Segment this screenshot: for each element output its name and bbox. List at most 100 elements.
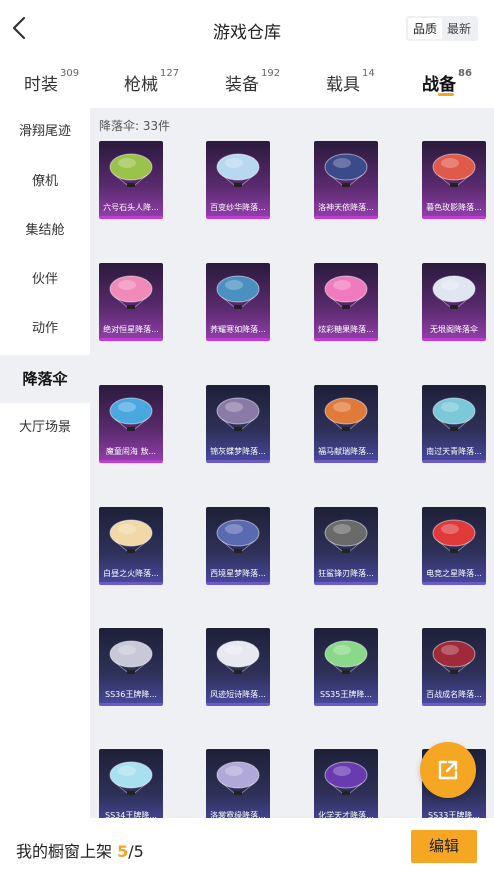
item-name: 暮色玫影降落... (426, 203, 482, 212)
tab-label: 时装 (24, 75, 58, 95)
parachute-item[interactable]: 白昼之火降落... (99, 507, 163, 585)
parachute-icon (432, 640, 476, 674)
item-name: 荞耀寒如降落... (210, 325, 266, 334)
parachute-item[interactable]: 风迹短诗降落... (206, 628, 270, 706)
sidebar-item-assembly-pod[interactable]: 集结舱 (0, 207, 90, 255)
sort-option-quality[interactable]: 品质 (407, 18, 442, 39)
parachute-item[interactable]: 西境星梦降落... (206, 507, 270, 585)
tab-label: 战备 (422, 75, 456, 95)
item-name: 福马献瑞降落... (318, 447, 374, 456)
showcase-bar: 我的橱窗上架 5/5 编辑 (0, 818, 494, 875)
sidebar-item-emote[interactable]: 动作 (0, 305, 90, 353)
item-name: 锦灰蝶梦降落... (210, 447, 266, 456)
parachute-icon (324, 519, 368, 553)
showcase-status: 我的橱窗上架 5/5 (16, 838, 144, 862)
tab-vehicles[interactable]: 载具14 (326, 68, 375, 95)
parachute-item[interactable]: SS36王牌降... (99, 628, 163, 706)
parachute-icon (432, 397, 476, 431)
item-name: 白昼之火降落... (103, 569, 159, 578)
parachute-icon (109, 275, 153, 309)
parachute-item[interactable]: 福马献瑞降落... (314, 385, 378, 463)
item-name: 绝对恒星降落... (103, 325, 159, 334)
item-name: SS36王牌降... (105, 690, 157, 699)
parachute-icon (432, 519, 476, 553)
active-tab-indicator (438, 93, 454, 96)
item-name: 百战成名降落... (426, 690, 482, 699)
parachute-item[interactable]: 锦灰蝶梦降落... (206, 385, 270, 463)
parachute-icon (109, 761, 153, 795)
showcase-total: /5 (128, 842, 144, 861)
sidebar-item-glide-trail[interactable]: 滑翔尾迹 (0, 108, 90, 156)
parachute-icon (109, 153, 153, 187)
item-name: 无垠阁降落伞 (430, 325, 478, 334)
sort-option-latest[interactable]: 最新 (442, 18, 476, 39)
item-name: 狂鲨锋刃降落... (318, 569, 374, 578)
tab-label: 装备 (225, 75, 259, 95)
item-name: 电竞之星降落... (426, 569, 482, 578)
parachute-icon (216, 397, 260, 431)
parachute-item[interactable]: 百变纱华降落... (206, 141, 270, 219)
tab-label: 载具 (326, 75, 360, 95)
parachute-icon (109, 640, 153, 674)
sidebar-item-parachute[interactable]: 降落伞 (0, 355, 90, 403)
sidebar-item-lobby-scene[interactable]: 大厅场景 (0, 404, 90, 452)
tab-guns[interactable]: 枪械127 (124, 68, 180, 95)
tab-fashion[interactable]: 时装309 (24, 68, 80, 95)
sidebar-item-wingman[interactable]: 僚机 (0, 158, 90, 206)
parachute-icon (324, 275, 368, 309)
item-name: 西境星梦降落... (210, 569, 266, 578)
parachute-icon (216, 640, 260, 674)
sort-toggle: 品质 最新 (405, 16, 478, 41)
tab-count: 14 (362, 68, 375, 79)
showcase-current: 5 (117, 842, 129, 861)
share-external-icon (438, 760, 458, 780)
parachute-item[interactable]: 百战成名降落... (422, 628, 486, 706)
item-name: 南过天青降落... (426, 447, 482, 456)
parachute-item[interactable]: 南过天青降落... (422, 385, 486, 463)
parachute-item[interactable]: 荞耀寒如降落... (206, 263, 270, 341)
parachute-item[interactable]: 洛神天依降落... (314, 141, 378, 219)
item-name: 化学天才降落... (318, 811, 374, 818)
item-name: 百变纱华降落... (210, 203, 266, 212)
parachute-item[interactable]: 六号石头人降... (99, 141, 163, 219)
share-button[interactable] (420, 742, 476, 798)
item-name: 炫彩糖果降落... (318, 325, 374, 334)
parachute-icon (324, 761, 368, 795)
parachute-item[interactable]: 狂鲨锋刃降落... (314, 507, 378, 585)
tab-count: 192 (261, 68, 281, 79)
parachute-icon (216, 761, 260, 795)
tab-count: 86 (458, 68, 472, 79)
tab-count: 309 (60, 68, 80, 79)
parachute-icon (432, 275, 476, 309)
tab-battle-prep[interactable]: 战备86 (422, 68, 472, 95)
parachute-item[interactable]: 电竞之星降落... (422, 507, 486, 585)
parachute-item[interactable]: 无垠阁降落伞 (422, 263, 486, 341)
parachute-icon (109, 519, 153, 553)
parachute-item[interactable]: 魔童闹海 敖... (99, 385, 163, 463)
parachute-item[interactable]: 化学天才降落... (314, 749, 378, 818)
sidebar-item-companion[interactable]: 伙伴 (0, 256, 90, 304)
category-tabs: 时装309 枪械127 装备192 载具14 战备86 (0, 60, 494, 106)
item-count: 降落伞: 33件 (99, 119, 171, 133)
parachute-item[interactable]: SS35王牌降... (314, 628, 378, 706)
tab-equipment[interactable]: 装备192 (225, 68, 281, 95)
showcase-label: 我的橱窗上架 (16, 842, 118, 861)
item-name: 风迹短诗降落... (210, 690, 266, 699)
parachute-icon (216, 275, 260, 309)
tab-label: 枪械 (124, 75, 158, 95)
item-grid: 降落伞: 33件 六号石头人降... 百变纱华降落... 洛神天依降落... 暮色玫影… (90, 108, 494, 818)
item-name: 洛裳霓缘降落... (210, 811, 266, 818)
edit-button[interactable]: 编辑 (411, 830, 477, 863)
parachute-item[interactable]: 洛裳霓缘降落... (206, 749, 270, 818)
parachute-item[interactable]: 炫彩糖果降落... (314, 263, 378, 341)
parachute-icon (324, 153, 368, 187)
parachute-icon (432, 153, 476, 187)
parachute-item[interactable]: 绝对恒星降落... (99, 263, 163, 341)
header: 游戏仓库 品质 最新 (0, 0, 494, 58)
parachute-icon (216, 519, 260, 553)
parachute-item[interactable]: 暮色玫影降落... (422, 141, 486, 219)
parachute-item[interactable]: SS34王牌降... (99, 749, 163, 818)
parachute-icon (324, 640, 368, 674)
tab-count: 127 (160, 68, 180, 79)
item-name: SS35王牌降... (320, 690, 372, 699)
